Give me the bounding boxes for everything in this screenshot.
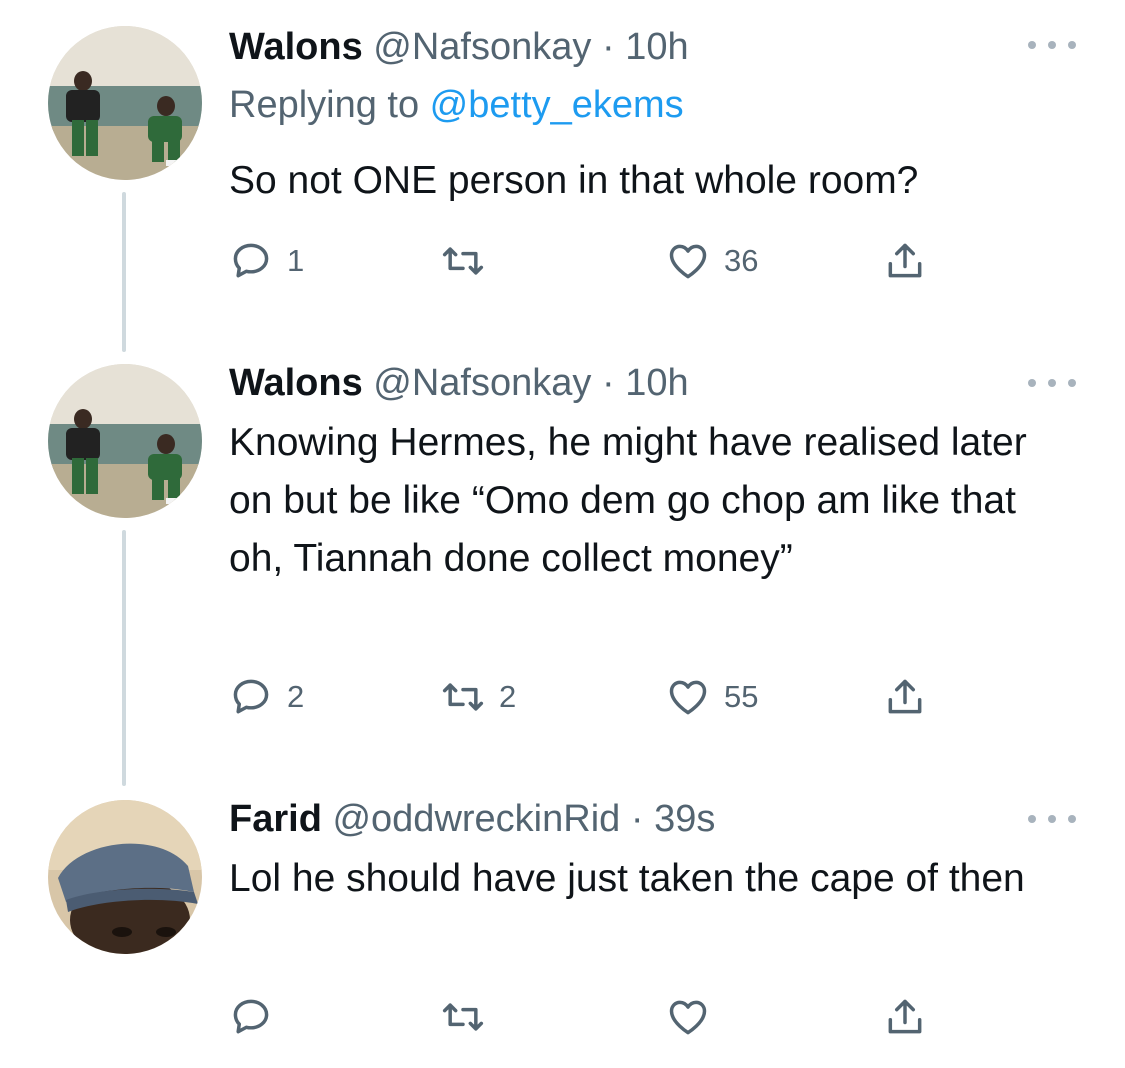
user-avatar[interactable] <box>48 800 202 954</box>
like-button[interactable]: 55 <box>666 672 758 722</box>
more-dots-icon[interactable] <box>1028 38 1076 52</box>
replying-handle-link[interactable]: @betty_ekems <box>430 84 684 126</box>
tweet-header: Farid @oddwreckinRid · 39s <box>229 796 715 842</box>
action-bar: 1 36 <box>229 236 949 286</box>
timestamp[interactable]: 39s <box>654 798 715 840</box>
separator: · <box>591 362 626 404</box>
speech-bubble-icon <box>233 243 269 278</box>
replying-to: Replying to @betty_ekems <box>229 82 684 128</box>
like-button[interactable]: 36 <box>666 236 758 286</box>
reply-button[interactable]: 1 <box>229 236 304 286</box>
tweet[interactable]: Farid @oddwreckinRid · 39s Lol he should… <box>0 796 1125 1056</box>
speech-bubble-icon <box>233 999 269 1034</box>
share-upload-icon <box>888 243 922 278</box>
reply-count: 2 <box>287 679 305 714</box>
speech-bubble-icon <box>233 679 269 714</box>
share-upload-icon <box>888 999 922 1034</box>
tweet[interactable]: Walons @Nafsonkay · 10h Replying to @bet… <box>0 22 1125 322</box>
retweet-button[interactable]: 2 <box>441 672 516 722</box>
retweet-arrows-icon <box>442 683 484 711</box>
retweet-arrows-icon <box>442 247 484 275</box>
display-name[interactable]: Walons <box>229 362 363 404</box>
like-count: 55 <box>724 679 759 714</box>
separator: · <box>591 26 626 68</box>
retweet-button[interactable] <box>441 236 499 286</box>
share-upload-icon <box>888 679 922 714</box>
tweet-header: Walons @Nafsonkay · 10h <box>229 360 689 406</box>
retweet-count: 2 <box>499 679 517 714</box>
share-button[interactable] <box>883 672 927 722</box>
user-avatar[interactable] <box>48 364 202 518</box>
separator: · <box>620 798 655 840</box>
retweet-button[interactable] <box>441 992 499 1042</box>
reply-button[interactable]: 2 <box>229 672 304 722</box>
display-name[interactable]: Farid <box>229 798 322 840</box>
tweet-text: So not ONE person in that whole room? <box>229 159 919 202</box>
more-dots-icon[interactable] <box>1028 376 1076 390</box>
replying-label: Replying to <box>229 84 430 126</box>
like-button[interactable] <box>666 992 724 1042</box>
timestamp[interactable]: 10h <box>625 362 688 404</box>
reply-button[interactable] <box>229 992 287 1042</box>
tweet-text: Lol he should have just taken the cape o… <box>229 857 1025 900</box>
display-name[interactable]: Walons <box>229 26 363 68</box>
share-button[interactable] <box>883 992 927 1042</box>
like-count: 36 <box>724 243 759 278</box>
share-button[interactable] <box>883 236 927 286</box>
user-avatar[interactable] <box>48 26 202 180</box>
user-handle[interactable]: @Nafsonkay <box>373 362 591 404</box>
heart-icon <box>669 680 707 715</box>
reply-count: 1 <box>287 243 305 278</box>
tweet-header: Walons @Nafsonkay · 10h <box>229 24 689 70</box>
tweet[interactable]: Walons @Nafsonkay · 10h Knowing Hermes, … <box>0 360 1125 740</box>
tweet-text: Knowing Hermes, he might have realised l… <box>229 421 1027 580</box>
more-dots-icon[interactable] <box>1028 812 1076 826</box>
user-handle[interactable]: @oddwreckinRid <box>332 798 620 840</box>
action-bar <box>229 992 949 1042</box>
heart-icon <box>669 1000 707 1035</box>
retweet-arrows-icon <box>442 1003 484 1031</box>
heart-icon <box>669 244 707 279</box>
timestamp[interactable]: 10h <box>625 26 688 68</box>
user-handle[interactable]: @Nafsonkay <box>373 26 591 68</box>
action-bar: 2 2 55 <box>229 672 949 722</box>
